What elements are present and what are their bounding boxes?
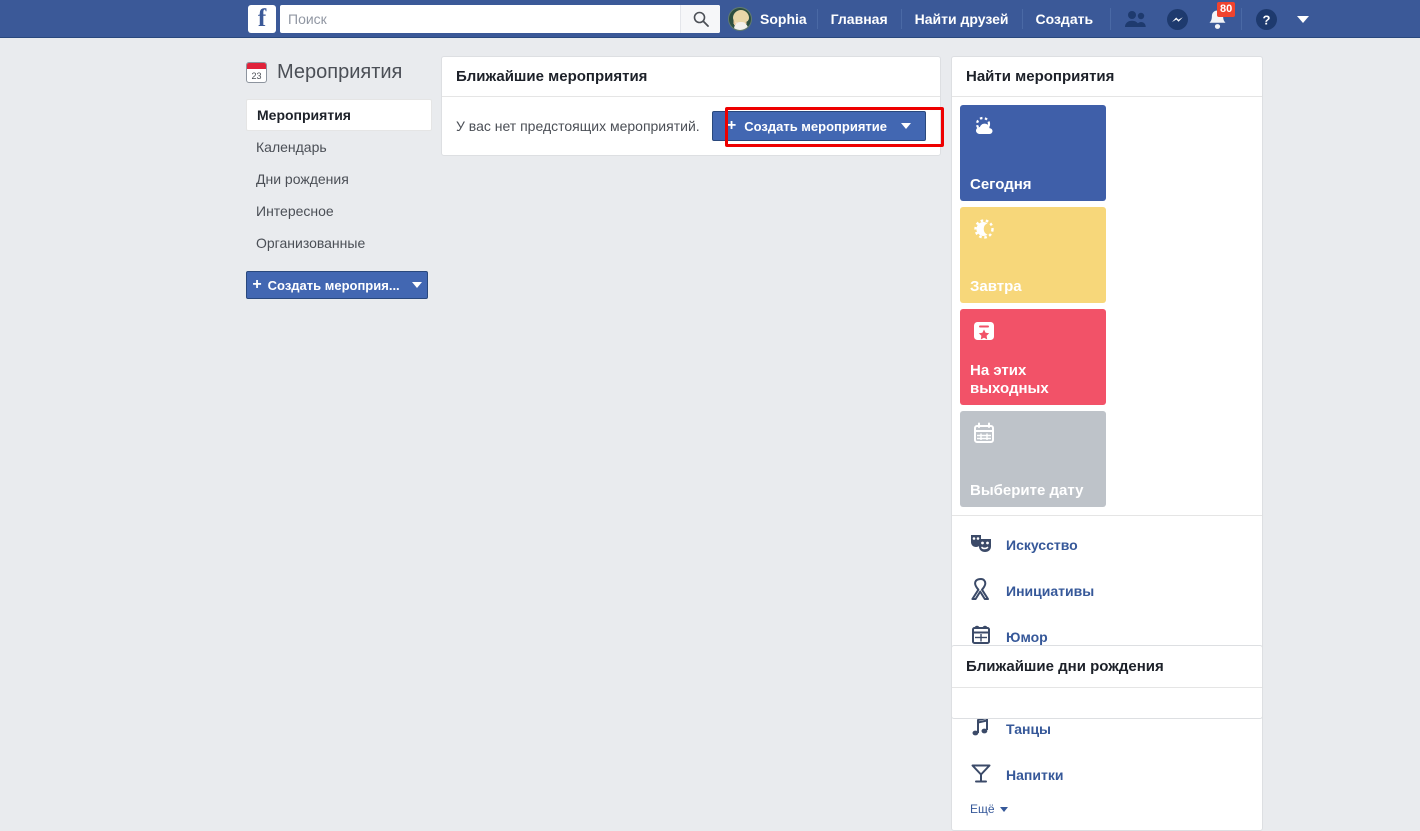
upcoming-events-card: Ближайшие мероприятия У вас нет предстоя… bbox=[441, 56, 941, 156]
help-button[interactable]: ? bbox=[1246, 0, 1287, 38]
tile-today-label: Сегодня bbox=[970, 176, 1032, 193]
tile-tomorrow[interactable]: Завтра bbox=[960, 207, 1106, 303]
calendar-day-number: 23 bbox=[251, 70, 262, 81]
star-bag-icon bbox=[972, 319, 996, 348]
tile-choose-date[interactable]: Выберите дату bbox=[960, 411, 1106, 507]
theatre-masks-icon bbox=[970, 533, 992, 558]
nav-link-create[interactable]: Создать bbox=[1021, 9, 1107, 29]
sidebar-item-hosting[interactable]: Организованные bbox=[246, 227, 432, 259]
messenger-icon bbox=[1167, 8, 1189, 30]
friend-requests-icon bbox=[1125, 11, 1146, 27]
help-icon: ? bbox=[1256, 8, 1278, 30]
find-events-tiles: Сегодня Завтра На этих выходных Выберите… bbox=[952, 97, 1262, 515]
create-event-label: Создать мероприятие bbox=[744, 118, 887, 134]
plus-icon: + bbox=[252, 276, 262, 293]
category-comedy-label: Юмор bbox=[1006, 629, 1048, 645]
upcoming-birthdays-card: Ближайшие дни рождения bbox=[951, 645, 1263, 719]
events-calendar-icon: 23 bbox=[246, 61, 267, 83]
tile-choose-date-label: Выберите дату bbox=[970, 482, 1084, 499]
tile-this-weekend-label: На этих выходных bbox=[970, 362, 1049, 397]
tile-this-weekend[interactable]: На этих выходных bbox=[960, 309, 1106, 405]
nav-divider bbox=[1110, 8, 1112, 30]
search-button[interactable] bbox=[680, 5, 720, 33]
sidebar-item-birthdays[interactable]: Дни рождения bbox=[246, 163, 432, 195]
sidebar-item-events[interactable]: Мероприятия bbox=[246, 99, 432, 131]
category-dance-label: Танцы bbox=[1006, 721, 1052, 737]
search-input[interactable] bbox=[280, 6, 680, 32]
sidebar-create-event-label: Создать мероприя... bbox=[267, 277, 400, 293]
chevron-down-icon bbox=[901, 123, 911, 129]
sidebar-header: 23 Мероприятия bbox=[246, 55, 432, 89]
messenger-button[interactable] bbox=[1157, 0, 1198, 38]
nav-link-find-friends[interactable]: Найти друзей bbox=[900, 9, 1022, 29]
upcoming-events-title: Ближайшие мероприятия bbox=[442, 57, 940, 97]
upcoming-birthdays-body bbox=[952, 688, 1262, 718]
tile-tomorrow-label: Завтра bbox=[970, 278, 1022, 295]
sidebar: 23 Мероприятия Мероприятия Календарь Дни… bbox=[246, 55, 432, 299]
chevron-down-icon bbox=[411, 282, 422, 288]
nav-divider-2 bbox=[1241, 8, 1243, 30]
category-art[interactable]: Искусство bbox=[952, 522, 1262, 568]
moon-sun-icon bbox=[972, 217, 998, 246]
category-drinks[interactable]: Напитки bbox=[952, 752, 1262, 798]
music-note-icon bbox=[970, 716, 992, 743]
search-bar bbox=[280, 5, 720, 33]
category-causes[interactable]: Инициативы bbox=[952, 568, 1262, 614]
plus-icon: + bbox=[726, 117, 737, 134]
page-title: Мероприятия bbox=[277, 60, 403, 83]
search-icon bbox=[693, 11, 709, 27]
notifications-button[interactable]: 80 bbox=[1198, 0, 1237, 38]
ribbon-icon bbox=[970, 577, 992, 605]
sidebar-item-discover[interactable]: Интересное bbox=[246, 195, 432, 227]
facebook-logo[interactable]: f bbox=[248, 5, 276, 33]
upcoming-events-body: У вас нет предстоящих мероприятий. + Соз… bbox=[442, 97, 940, 155]
more-categories-label: Ещё bbox=[970, 802, 995, 816]
notifications-badge: 80 bbox=[1217, 2, 1236, 17]
find-events-title: Найти мероприятия bbox=[952, 57, 1262, 97]
upcoming-birthdays-title: Ближайшие дни рождения bbox=[952, 646, 1262, 688]
svg-text:?: ? bbox=[1263, 12, 1271, 27]
friend-requests-button[interactable] bbox=[1115, 0, 1157, 38]
top-navigation-bar: f Sophia Главная Найти друзей Создать bbox=[0, 0, 1420, 38]
profile-name-link[interactable]: Sophia bbox=[760, 11, 817, 27]
calendar-icon bbox=[972, 421, 996, 450]
avatar[interactable] bbox=[728, 7, 752, 31]
empty-state-message: У вас нет предстоящих мероприятий. bbox=[456, 118, 700, 134]
chevron-down-icon bbox=[999, 806, 1008, 812]
create-event-button[interactable]: + Создать мероприятие bbox=[711, 111, 926, 141]
nav-right-group: Sophia Главная Найти друзей Создать 80 ? bbox=[728, 0, 1319, 38]
tile-today[interactable]: Сегодня bbox=[960, 105, 1106, 201]
cocktail-glass-icon bbox=[970, 762, 992, 789]
sun-cloud-icon bbox=[972, 115, 998, 144]
category-causes-label: Инициативы bbox=[1006, 583, 1095, 599]
chevron-down-icon bbox=[1297, 15, 1310, 23]
account-menu-button[interactable] bbox=[1287, 0, 1319, 38]
category-drinks-label: Напитки bbox=[1006, 767, 1064, 783]
sidebar-item-calendar[interactable]: Календарь bbox=[246, 131, 432, 163]
more-categories-link[interactable]: Ещё bbox=[952, 798, 1262, 826]
category-art-label: Искусство bbox=[1006, 537, 1078, 553]
nav-link-home[interactable]: Главная bbox=[816, 9, 901, 29]
sidebar-create-event-button[interactable]: + Создать мероприя... bbox=[246, 271, 428, 299]
